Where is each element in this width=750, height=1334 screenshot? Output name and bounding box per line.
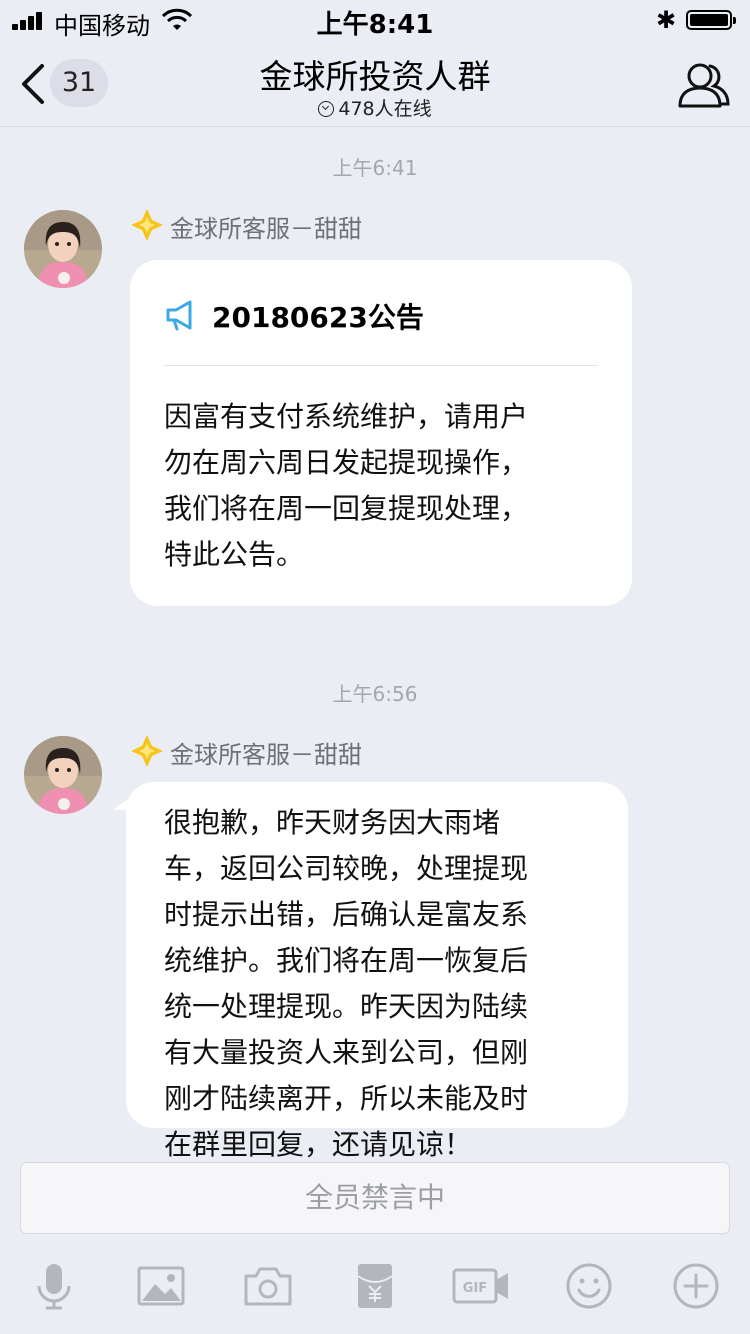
avatar-image bbox=[24, 736, 102, 814]
avatar-image bbox=[24, 210, 102, 288]
message-line: 因富有支付系统维护，请用户 bbox=[164, 400, 529, 433]
divider bbox=[164, 365, 598, 366]
message-line: 勿在周六周日发起提现操作， bbox=[164, 446, 529, 479]
admin-badge-icon bbox=[131, 209, 163, 241]
red-packet-icon[interactable] bbox=[349, 1260, 401, 1312]
muted-input-bar: 全员禁言中 bbox=[20, 1162, 730, 1234]
message-line: 我们将在周一回复提现处理， bbox=[164, 492, 529, 525]
camera-icon[interactable] bbox=[242, 1260, 294, 1312]
notice-bubble[interactable]: 20180623公告 因富有支付系统维护，请用户 勿在周六周日发起提现操作， 我… bbox=[130, 260, 632, 606]
clock: 上午8:41 bbox=[316, 10, 434, 40]
avatar[interactable] bbox=[24, 210, 102, 288]
online-count[interactable]: 478人在线 bbox=[0, 94, 750, 121]
message-line: 特此公告。 bbox=[164, 538, 305, 571]
gif-icon[interactable]: GIF bbox=[452, 1260, 510, 1312]
chat-header: 31 金球所投资人群 478人在线 bbox=[0, 40, 750, 127]
chevron-down-icon bbox=[318, 101, 335, 117]
sender-name[interactable]: 金球所客服－甜甜 bbox=[170, 735, 362, 770]
message-text: 很抱歉，昨天财务因大雨堵 车，返回公司较晚，处理提现 时提示出错，后确认是富友系… bbox=[164, 800, 528, 1168]
avatar[interactable] bbox=[24, 736, 102, 814]
sender-name[interactable]: 金球所客服－甜甜 bbox=[170, 209, 362, 244]
bluetooth-icon: ✱ bbox=[656, 6, 677, 34]
notice-header: 20180623公告 bbox=[164, 296, 604, 336]
svg-text:GIF: GIF bbox=[463, 1281, 487, 1296]
message-line: 刚才陆续离开，所以未能及时 bbox=[164, 1082, 529, 1115]
group-members-icon[interactable] bbox=[676, 60, 732, 110]
plus-icon[interactable] bbox=[670, 1260, 722, 1312]
microphone-icon[interactable] bbox=[28, 1260, 80, 1312]
message-line: 统一处理提现。昨天因为陆续 bbox=[164, 990, 529, 1023]
message-line: 车，返回公司较晚，处理提现 bbox=[164, 852, 529, 885]
message-line: 很抱歉，昨天财务因大雨堵 bbox=[164, 806, 501, 839]
message-line: 时提示出错，后确认是富友系 bbox=[164, 898, 529, 931]
message-timestamp: 上午6:41 bbox=[332, 156, 418, 180]
group-title[interactable]: 金球所投资人群 bbox=[0, 50, 750, 98]
online-count-label: 478人在线 bbox=[338, 98, 432, 120]
message-line: 有大量投资人来到公司，但刚 bbox=[164, 1036, 529, 1069]
message-bubble[interactable]: 很抱歉，昨天财务因大雨堵 车，返回公司较晚，处理提现 时提示出错，后确认是富友系… bbox=[126, 782, 628, 1161]
status-bar: 中国移动 上午8:41 ✱ bbox=[0, 0, 750, 40]
message-timestamp: 上午6:56 bbox=[332, 682, 418, 706]
image-icon[interactable] bbox=[135, 1260, 187, 1312]
emoji-icon[interactable] bbox=[563, 1260, 615, 1312]
message-text: 因富有支付系统维护，请用户 勿在周六周日发起提现操作， 我们将在周一回复提现处理… bbox=[164, 394, 528, 578]
message-line: 统维护。我们将在周一恢复后 bbox=[164, 944, 529, 977]
megaphone-icon bbox=[166, 300, 192, 331]
battery-icon bbox=[686, 10, 736, 30]
admin-badge-icon bbox=[131, 735, 163, 767]
notice-title: 20180623公告 bbox=[212, 301, 424, 334]
chat-toolbar: GIF bbox=[0, 1250, 750, 1320]
